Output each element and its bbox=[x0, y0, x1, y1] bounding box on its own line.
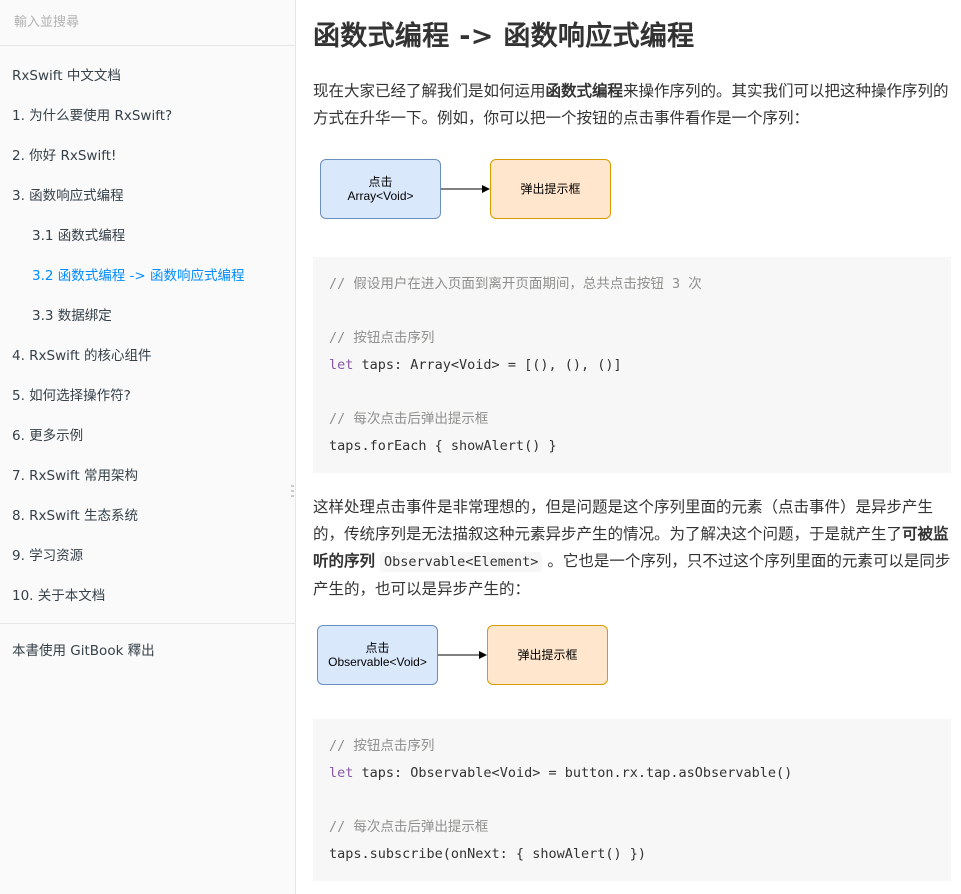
page-title: 函数式编程 -> 函数响应式编程 bbox=[313, 21, 695, 52]
toc-item-data-binding[interactable]: 3.3 数据绑定 bbox=[0, 296, 295, 336]
inline-code-observable: Observable<Element> bbox=[379, 552, 543, 572]
toc-item-home[interactable]: RxSwift 中文文档 bbox=[0, 56, 295, 96]
code-block-array: // 假设用户在进入页面到离开页面期间，总共点击按钮 3 次 // 按钮点击序列… bbox=[313, 257, 951, 473]
toc-item-functional-reactive[interactable]: 3. 函数响应式编程 bbox=[0, 176, 295, 216]
sidebar: RxSwift 中文文档 1. 为什么要使用 RxSwift? 2. 你好 Rx… bbox=[0, 0, 296, 894]
alert-target-box: 弹出提示框 bbox=[487, 625, 608, 685]
toc-item-resources[interactable]: 9. 学习资源 bbox=[0, 536, 295, 576]
toc-list: RxSwift 中文文档 1. 为什么要使用 RxSwift? 2. 你好 Rx… bbox=[0, 46, 295, 616]
toc-item-architecture[interactable]: 7. RxSwift 常用架构 bbox=[0, 456, 295, 496]
toc-item-choose-operator[interactable]: 5. 如何选择操作符? bbox=[0, 376, 295, 416]
gitbook-link[interactable]: 本書使用 GitBook 釋出 bbox=[0, 624, 295, 678]
toc-item-functional-programming[interactable]: 3.1 函数式编程 bbox=[0, 216, 295, 256]
array-source-box: 点击 Array<Void> bbox=[320, 159, 441, 219]
intro-paragraph: 现在大家已经了解我们是如何运用函数式编程来操作序列的。其实我们可以把这种操作序列… bbox=[313, 82, 949, 127]
toc-item-why-rxswift[interactable]: 1. 为什么要使用 RxSwift? bbox=[0, 96, 295, 136]
toc-item-about[interactable]: 10. 关于本文档 bbox=[0, 576, 295, 616]
observable-source-box: 点击 Observable<Void> bbox=[317, 625, 438, 685]
alert-target-box: 弹出提示框 bbox=[490, 159, 611, 219]
search-bar bbox=[0, 0, 295, 46]
bold-functional-programming: 函数式编程 bbox=[545, 82, 624, 100]
observable-diagram: 点击 Observable<Void> 弹出提示框 bbox=[313, 624, 613, 686]
array-diagram: 点击 Array<Void> 弹出提示框 bbox=[313, 158, 613, 220]
toc-item-fp-to-frp[interactable]: 3.2 函数式编程 -> 函数响应式编程 bbox=[0, 256, 295, 296]
code-block-observable: // 按钮点击序列 let taps: Observable<Void> = b… bbox=[313, 719, 951, 881]
observable-paragraph: 这样处理点击事件是非常理想的，但是问题是这个序列里面的元素（点击事件）是异步产生… bbox=[313, 498, 951, 598]
search-input[interactable] bbox=[12, 14, 283, 31]
arrow-icon bbox=[441, 185, 490, 193]
toc-item-more-examples[interactable]: 6. 更多示例 bbox=[0, 416, 295, 456]
arrow-icon bbox=[438, 651, 487, 659]
toc-item-core-components[interactable]: 4. RxSwift 的核心组件 bbox=[0, 336, 295, 376]
toc-item-hello-rxswift[interactable]: 2. 你好 RxSwift! bbox=[0, 136, 295, 176]
sidebar-resize-handle[interactable] bbox=[291, 485, 295, 497]
toc-item-ecosystem[interactable]: 8. RxSwift 生态系统 bbox=[0, 496, 295, 536]
